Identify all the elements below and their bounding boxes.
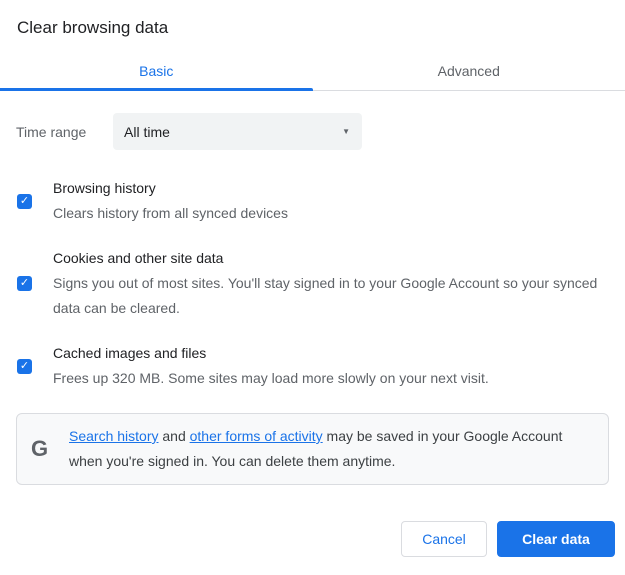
- time-range-label: Time range: [16, 124, 113, 140]
- cached-images-description: Frees up 320 MB. Some sites may load mor…: [53, 366, 609, 391]
- checkmark-icon: ✓: [20, 196, 29, 207]
- checkmark-icon: ✓: [20, 278, 29, 289]
- tab-bar: Basic Advanced: [0, 52, 625, 91]
- row-cookies: ✓ Cookies and other site data Signs you …: [16, 246, 609, 321]
- time-range-selected-value: All time: [124, 124, 170, 140]
- notice-text: Search history and other forms of activi…: [69, 424, 594, 474]
- row-browsing-history: ✓ Browsing history Clears history from a…: [16, 176, 609, 226]
- browsing-history-checkbox[interactable]: ✓: [17, 194, 32, 209]
- other-forms-of-activity-link[interactable]: other forms of activity: [190, 428, 323, 444]
- row-browsing-history-text: Browsing history Clears history from all…: [53, 176, 609, 226]
- row-cookies-text: Cookies and other site data Signs you ou…: [53, 246, 609, 321]
- time-range-select[interactable]: All time ▼: [113, 113, 362, 150]
- tab-advanced-label: Advanced: [438, 63, 500, 79]
- dropdown-arrow-icon: ▼: [342, 127, 350, 136]
- google-g-icon: G: [31, 438, 55, 460]
- clear-data-button[interactable]: Clear data: [497, 521, 615, 557]
- cached-images-label: Cached images and files: [53, 341, 609, 366]
- cached-images-checkbox[interactable]: ✓: [17, 359, 32, 374]
- checkmark-icon: ✓: [20, 361, 29, 372]
- clear-browsing-data-dialog: Clear browsing data Basic Advanced Time …: [0, 0, 625, 575]
- dialog-body: Time range All time ▼ ✓ Browsing history…: [0, 113, 625, 485]
- cookies-description: Signs you out of most sites. You'll stay…: [53, 271, 609, 321]
- dialog-actions: Cancel Clear data: [401, 521, 615, 557]
- search-history-link[interactable]: Search history: [69, 428, 158, 444]
- notice-text-segment: and: [158, 428, 189, 444]
- row-cached-images-text: Cached images and files Frees up 320 MB.…: [53, 341, 609, 391]
- cookies-checkbox[interactable]: ✓: [17, 276, 32, 291]
- browsing-history-label: Browsing history: [53, 176, 609, 201]
- row-cached-images: ✓ Cached images and files Frees up 320 M…: [16, 341, 609, 391]
- time-range-row: Time range All time ▼: [16, 113, 609, 150]
- cookies-label: Cookies and other site data: [53, 246, 609, 271]
- google-account-notice: G Search history and other forms of acti…: [16, 413, 609, 485]
- cancel-button[interactable]: Cancel: [401, 521, 487, 557]
- browsing-history-description: Clears history from all synced devices: [53, 201, 609, 226]
- tab-advanced[interactable]: Advanced: [313, 52, 625, 90]
- tab-basic-label: Basic: [139, 63, 173, 79]
- dialog-title: Clear browsing data: [0, 0, 625, 52]
- tab-basic[interactable]: Basic: [0, 52, 313, 90]
